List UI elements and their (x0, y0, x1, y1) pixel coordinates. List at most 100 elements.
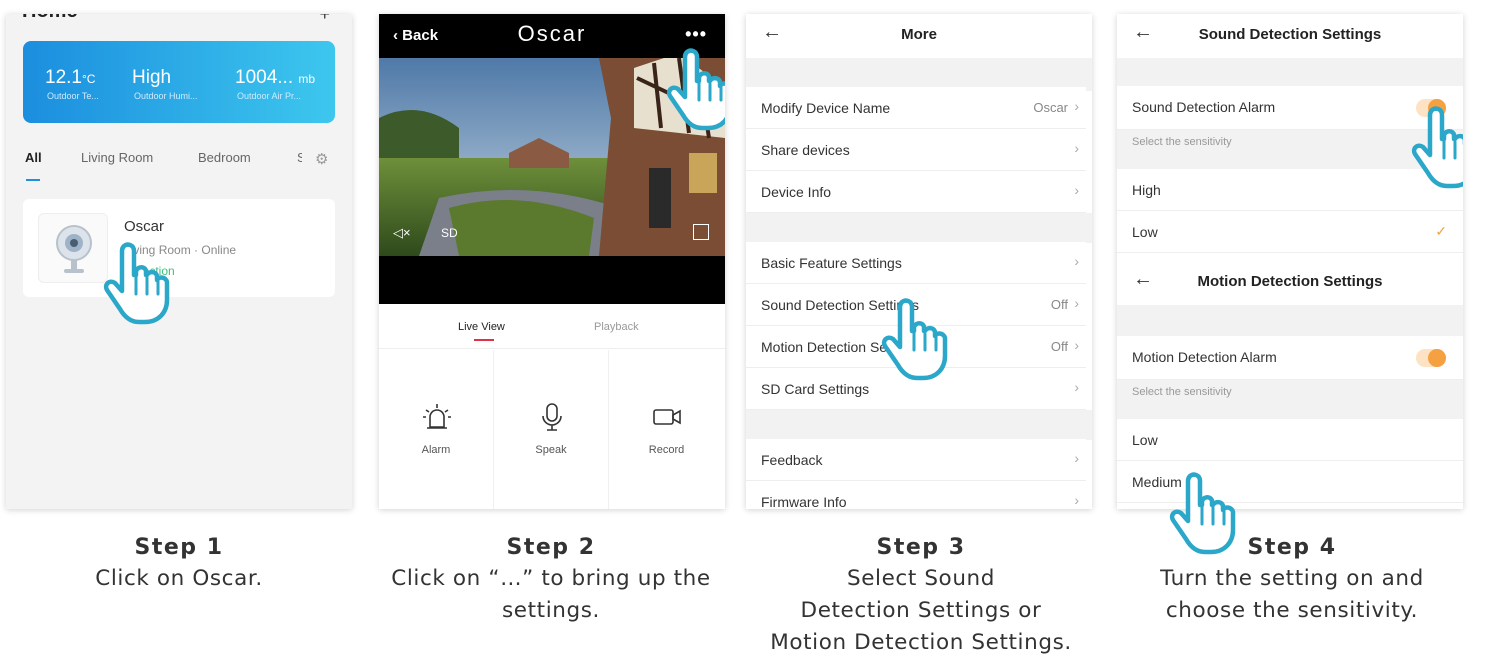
step-instruction: Motion Detection Settings. (770, 630, 1072, 655)
add-device-button[interactable]: + (319, 14, 330, 25)
row-device-info[interactable]: Device Info › (746, 171, 1086, 213)
humidity-value: High (132, 67, 172, 88)
temperature-label: Outdoor Te... (47, 91, 99, 101)
chevron-right-icon: › (1074, 253, 1079, 269)
pointer-hand-icon (880, 296, 952, 382)
pointer-hand-icon (1168, 470, 1240, 556)
step-number: Step 4 (1247, 535, 1337, 560)
sound-detection-title: Sound Detection Settings (1198, 26, 1382, 43)
speak-button[interactable]: Speak (494, 350, 609, 509)
option-label: High (1132, 182, 1161, 198)
motion-alarm-toggle[interactable] (1416, 349, 1446, 367)
row-feedback[interactable]: Feedback › (746, 439, 1086, 481)
step1-screen: Home + 12.1°C Outdoor Te... High Outdoor… (6, 14, 352, 509)
sensitivity-option-low[interactable]: Low (1117, 419, 1463, 461)
chevron-right-icon: › (1074, 337, 1079, 353)
air-pressure-label: Outdoor Air Pr... (237, 91, 302, 101)
tab-bedroom[interactable]: Bedroom (198, 150, 251, 165)
step4-screen: ← Sound Detection Settings Sound Detecti… (1117, 14, 1463, 509)
sound-detection-header: ← Sound Detection Settings (1117, 14, 1463, 58)
motion-detection-header: ← Motion Detection Settings (1117, 261, 1463, 305)
active-tab-indicator (26, 179, 40, 181)
view-tabs: Live View Playback (379, 304, 725, 349)
step-number: Step 2 (506, 535, 596, 560)
sensitivity-option-low[interactable]: Low ✓ (1117, 211, 1463, 253)
step-instruction: Click on “…” to bring up the (391, 566, 711, 591)
checkmark-icon: ✓ (1435, 223, 1447, 239)
tab-playback[interactable]: Playback (594, 321, 639, 333)
record-button[interactable]: Record (609, 350, 724, 509)
row-label: Share devices (761, 142, 850, 158)
row-share-devices[interactable]: Share devices › (746, 129, 1086, 171)
step-instruction: Select Sound (846, 566, 996, 591)
motion-detection-alarm-row[interactable]: Motion Detection Alarm (1117, 336, 1463, 380)
section-gap (1117, 58, 1463, 88)
step2-screen: ‹ Back Oscar ••• ◁× SD Live View Playbac… (379, 14, 725, 509)
alarm-button[interactable]: Alarm (379, 350, 494, 509)
step-number: Step 1 (134, 535, 224, 560)
humidity-label: Outdoor Humi... (134, 91, 198, 101)
chevron-right-icon: › (1074, 450, 1079, 466)
more-header: ← More (746, 14, 1092, 58)
chevron-right-icon: › (1074, 379, 1079, 395)
tab-all[interactable]: All (25, 150, 42, 165)
row-label: Device Info (761, 184, 832, 200)
row-label: Modify Device Name (761, 100, 891, 116)
row-value: Off (1050, 339, 1068, 354)
row-label: Feedback (761, 452, 823, 468)
camera-title: Oscar (517, 21, 587, 46)
chevron-right-icon: › (1074, 140, 1079, 156)
fullscreen-icon[interactable] (693, 224, 709, 240)
step4-caption: Step 4 Turn the setting on and choose th… (1107, 533, 1477, 627)
chevron-right-icon: › (1074, 295, 1079, 311)
motion-detection-title: Motion Detection Settings (1197, 273, 1383, 290)
gear-icon[interactable]: ⚙ (315, 150, 328, 168)
step3-screen: ← More Modify Device Name Oscar › Share de… (746, 14, 1092, 509)
option-label: Low (1132, 224, 1158, 240)
video-controls-bar (379, 256, 725, 304)
pointer-hand-icon (665, 46, 725, 132)
device-card-oscar[interactable]: Oscar Living Room · Online Detection (23, 199, 335, 297)
step-number: Step 3 (876, 535, 966, 560)
row-label: Firmware Info (761, 494, 847, 509)
option-label: Low (1132, 432, 1158, 448)
tab-more[interactable]: S (297, 150, 302, 165)
sound-alarm-label: Sound Detection Alarm (1132, 99, 1276, 115)
mute-icon[interactable]: ◁× (393, 225, 411, 241)
row-label: Basic Feature Settings (761, 255, 902, 271)
sensitivity-header: Select the sensitivity (1117, 380, 1463, 420)
step2-caption: Step 2 Click on “…” to bring up the sett… (366, 533, 736, 627)
sd-quality-button[interactable]: SD (441, 226, 458, 240)
row-value: Oscar (1033, 100, 1068, 115)
step3-caption: Step 3 Select Sound Detection Settings o… (736, 533, 1106, 659)
row-modify-device-name[interactable]: Modify Device Name Oscar › (746, 87, 1086, 129)
temperature-value: 12.1°C (45, 67, 96, 88)
speak-label: Speak (535, 444, 567, 456)
chevron-right-icon: › (1074, 182, 1079, 198)
action-grid: Alarm Speak Record (379, 350, 725, 509)
row-basic-feature-settings[interactable]: Basic Feature Settings › (746, 242, 1086, 284)
alarm-icon (423, 404, 451, 429)
pointer-hand-icon (1410, 104, 1463, 190)
video-camera-icon (653, 409, 681, 425)
row-label: SD Card Settings (761, 381, 870, 397)
camera-icon (38, 213, 108, 283)
page-title: More (901, 26, 937, 43)
tab-live-view[interactable]: Live View (458, 321, 505, 333)
step-instruction: Click on Oscar. (95, 566, 263, 591)
air-pressure-value: 1004... mb (235, 67, 316, 88)
section-gap (746, 410, 1092, 440)
home-title: Home (22, 14, 78, 23)
weather-card[interactable]: 12.1°C Outdoor Te... High Outdoor Humi..… (23, 41, 335, 123)
pointer-hand-icon (102, 240, 174, 326)
step-instruction: Detection Settings or (800, 598, 1042, 623)
record-label: Record (648, 444, 685, 456)
more-options-button[interactable]: ••• (685, 24, 707, 45)
row-firmware-info[interactable]: Firmware Info › (746, 481, 1086, 509)
device-name: Oscar (124, 218, 165, 235)
chevron-right-icon: › (1074, 98, 1079, 114)
section-gap (1117, 305, 1463, 337)
tab-living-room[interactable]: Living Room (81, 150, 153, 165)
active-tab-indicator (474, 339, 494, 341)
motion-alarm-label: Motion Detection Alarm (1132, 349, 1277, 365)
